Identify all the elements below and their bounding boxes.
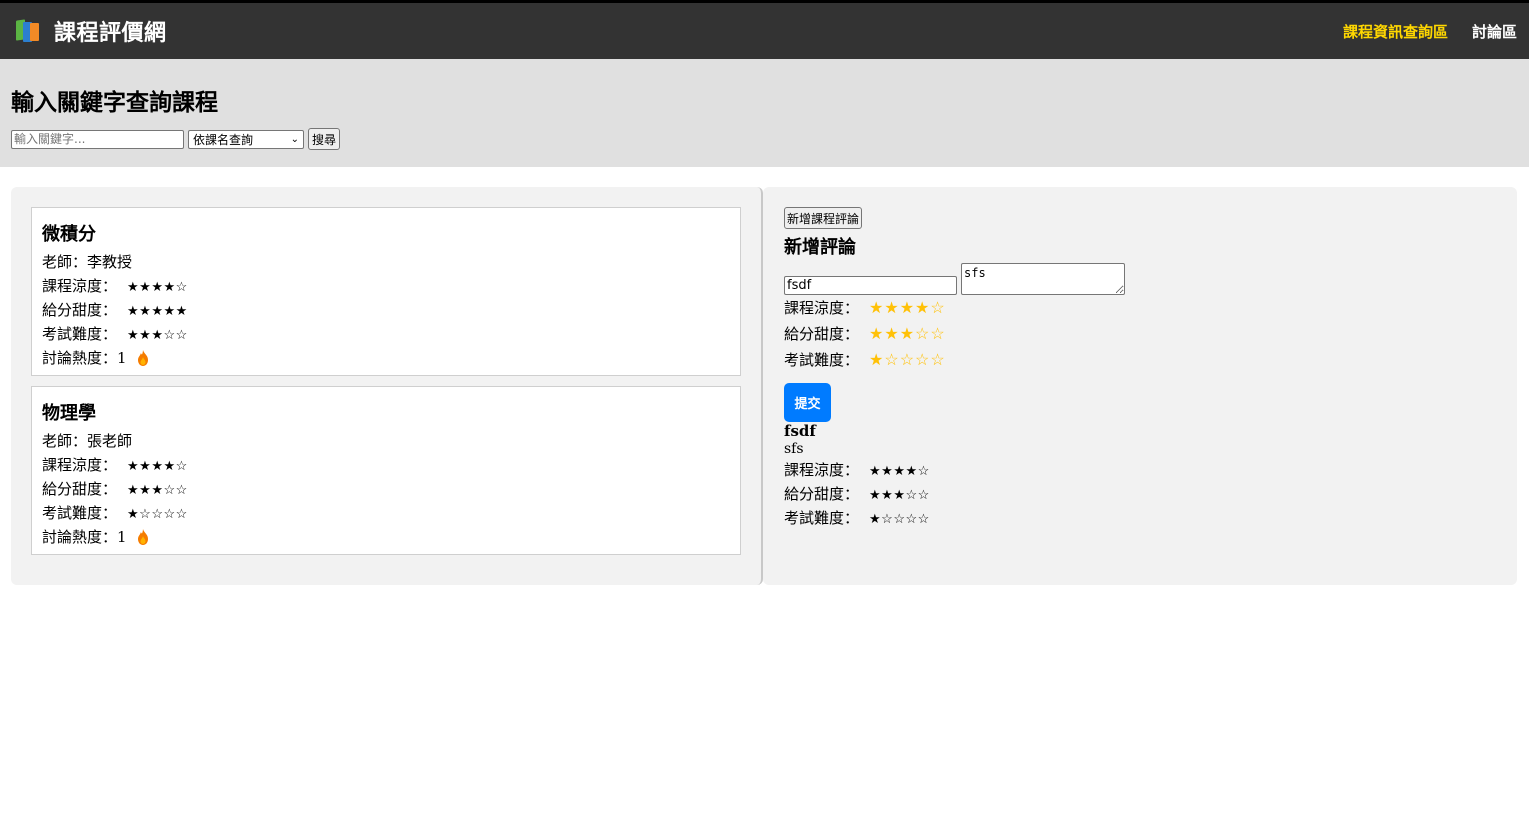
heat-row: 討論熱度：1 <box>42 346 730 370</box>
course-name: 微積分 <box>42 224 96 245</box>
grading-stars: ★★★★★ <box>127 304 188 319</box>
nav-course-info[interactable]: 課程資訊查詢區 <box>1343 21 1448 42</box>
coolness-label: 課程涼度： <box>42 456 118 474</box>
grading-label: 給分甜度： <box>784 485 860 503</box>
course-teacher: 老師：李教授 <box>42 253 133 271</box>
exam-label: 考試難度： <box>42 504 118 522</box>
coolness-row: 課程涼度： ★★★★☆ <box>42 453 730 477</box>
review-panel: 新增課程評論 新增評論 sfs 課程涼度： ★★★★☆ 給分甜度： ★★★☆☆ 考試… <box>763 187 1517 585</box>
coolness-label: 課程涼度： <box>784 299 860 317</box>
heat-label: 討論熱度：1 <box>42 528 127 546</box>
exam-stars: ★☆☆☆☆ <box>127 507 188 522</box>
grading-row: 給分甜度： ★★★☆☆ <box>784 482 1496 506</box>
course-card[interactable]: 物理學 老師：張老師 課程涼度： ★★★★☆ 給分甜度： ★★★☆☆ 考試難度： ★☆… <box>31 386 741 555</box>
grading-rating: 給分甜度： ★★★☆☆ <box>784 321 1496 347</box>
heat-row: 討論熱度：1 <box>42 525 730 549</box>
exam-stars: ★☆☆☆☆ <box>869 512 930 527</box>
grading-stars: ★★★☆☆ <box>127 483 188 498</box>
review-title-input[interactable] <box>784 276 957 295</box>
exam-row: 考試難度： ★★★☆☆ <box>42 322 730 346</box>
review-content: sfs <box>784 441 804 457</box>
exam-star-picker[interactable]: ★☆☆☆☆ <box>869 350 946 369</box>
nav-links: 課程資訊查詢區 討論區 <box>1343 21 1517 42</box>
exam-label: 考試難度： <box>784 351 860 369</box>
grading-label: 給分甜度： <box>784 325 860 343</box>
books-icon <box>14 19 41 43</box>
coolness-stars: ★★★★☆ <box>127 280 188 295</box>
heat-label: 討論熱度：1 <box>42 349 127 367</box>
nav-discussion[interactable]: 討論區 <box>1472 21 1517 42</box>
grading-row: 給分甜度： ★★★★★ <box>42 298 730 322</box>
grading-row: 給分甜度： ★★★☆☆ <box>42 477 730 501</box>
review-item: fsdf sfs 課程涼度： ★★★★☆ 給分甜度： ★★★☆☆ 考試難度： ★☆☆☆… <box>784 422 1496 530</box>
form-heading: 新增評論 <box>784 237 856 258</box>
brand[interactable]: 課程評價網 <box>14 15 167 47</box>
search-heading: 輸入關鍵字查詢課程 <box>11 90 218 116</box>
search-input[interactable] <box>11 129 184 149</box>
search-row: 依課名查詢 ⌄ 搜尋 <box>11 128 1518 150</box>
coolness-row: 課程涼度： ★★★★☆ <box>42 274 730 298</box>
fire-icon <box>138 529 149 545</box>
top-navbar: 課程評價網 課程資訊查詢區 討論區 <box>0 0 1529 59</box>
search-mode-value: 依課名查詢 <box>193 132 254 147</box>
coolness-star-picker[interactable]: ★★★★☆ <box>869 298 946 317</box>
coolness-label: 課程涼度： <box>784 461 860 479</box>
course-teacher: 老師：張老師 <box>42 432 133 450</box>
search-section: 輸入關鍵字查詢課程 依課名查詢 ⌄ 搜尋 <box>0 59 1529 167</box>
exam-row: 考試難度： ★☆☆☆☆ <box>42 501 730 525</box>
main-content: 微積分 老師：李教授 課程涼度： ★★★★☆ 給分甜度： ★★★★★ 考試難度： ★★… <box>11 187 1517 585</box>
review-inputs: sfs <box>784 263 1496 295</box>
search-mode-select[interactable]: 依課名查詢 ⌄ <box>188 129 304 149</box>
submit-button[interactable]: 提交 <box>784 383 831 422</box>
chevron-down-icon: ⌄ <box>290 133 299 145</box>
grading-label: 給分甜度： <box>42 301 118 319</box>
course-list-panel: 微積分 老師：李教授 課程涼度： ★★★★☆ 給分甜度： ★★★★★ 考試難度： ★★… <box>11 187 763 585</box>
coolness-row: 課程涼度： ★★★★☆ <box>784 458 1496 482</box>
exam-label: 考試難度： <box>42 325 118 343</box>
coolness-rating: 課程涼度： ★★★★☆ <box>784 295 1496 321</box>
exam-rating: 考試難度： ★☆☆☆☆ <box>784 347 1496 373</box>
exam-row: 考試難度： ★☆☆☆☆ <box>784 506 1496 530</box>
coolness-stars: ★★★★☆ <box>869 464 930 479</box>
exam-stars: ★★★☆☆ <box>127 328 188 343</box>
add-review-button[interactable]: 新增課程評論 <box>784 207 863 229</box>
site-title[interactable]: 課程評價網 <box>54 15 167 47</box>
grading-star-picker[interactable]: ★★★☆☆ <box>869 324 946 343</box>
coolness-label: 課程涼度： <box>42 277 118 295</box>
search-button[interactable]: 搜尋 <box>308 128 341 150</box>
grading-label: 給分甜度： <box>42 480 118 498</box>
grading-stars: ★★★☆☆ <box>869 488 930 503</box>
exam-label: 考試難度： <box>784 509 860 527</box>
coolness-stars: ★★★★☆ <box>127 459 188 474</box>
review-title: fsdf <box>784 422 816 440</box>
fire-icon <box>138 350 149 366</box>
course-card[interactable]: 微積分 老師：李教授 課程涼度： ★★★★☆ 給分甜度： ★★★★★ 考試難度： ★★… <box>31 207 741 376</box>
course-name: 物理學 <box>42 403 96 424</box>
review-content-textarea[interactable]: sfs <box>961 263 1125 295</box>
